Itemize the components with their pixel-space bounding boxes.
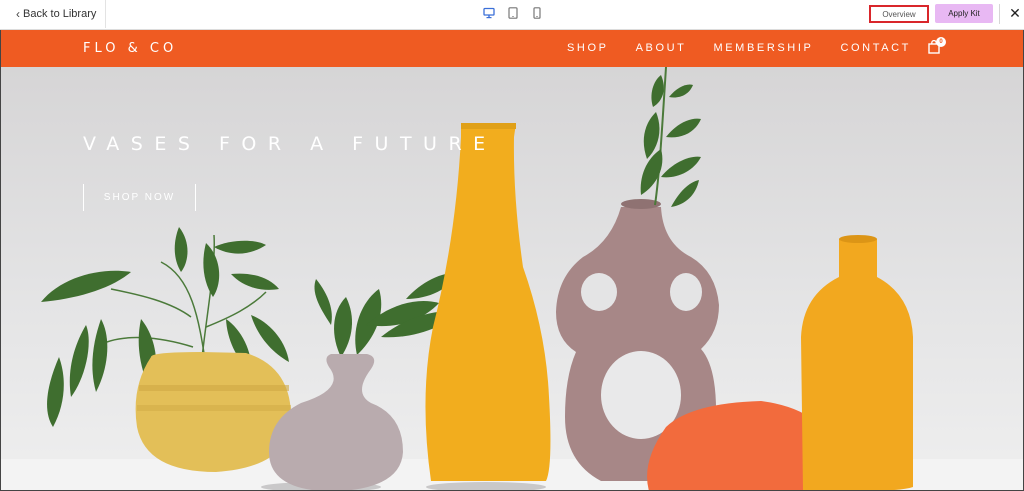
mobile-preview-button[interactable] — [530, 5, 544, 21]
mobile-icon — [533, 7, 541, 19]
hero-vases-image — [1, 67, 1023, 490]
apply-kit-button[interactable]: Apply Kit — [935, 4, 993, 23]
nav-about[interactable]: ABOUT — [636, 42, 687, 54]
desktop-preview-button[interactable] — [482, 5, 496, 21]
tablet-preview-button[interactable] — [506, 5, 520, 21]
close-icon: ✕ — [1009, 5, 1021, 21]
desktop-icon — [483, 7, 495, 19]
close-button[interactable]: ✕ — [1009, 5, 1021, 21]
overview-button[interactable]: Overview — [869, 5, 929, 23]
nav-shop[interactable]: SHOP — [567, 42, 609, 54]
hero-title: VASES FOR A FUTURE — [83, 133, 497, 155]
cart-count-badge: 0 — [936, 37, 946, 47]
site-nav-menu: SHOP ABOUT MEMBERSHIP CONTACT — [567, 42, 911, 54]
nav-contact[interactable]: CONTACT — [840, 42, 911, 54]
toolbar-divider — [999, 4, 1000, 24]
site-preview: FLO & CO SHOP ABOUT MEMBERSHIP CONTACT 0 — [0, 30, 1024, 491]
nav-membership[interactable]: MEMBERSHIP — [713, 42, 813, 54]
tablet-icon — [508, 7, 518, 19]
site-header: FLO & CO SHOP ABOUT MEMBERSHIP CONTACT 0 — [1, 30, 1023, 67]
chevron-left-icon: ‹ — [16, 7, 20, 21]
editor-toolbar: ‹ Back to Library Overview Apply Kit ✕ — [0, 0, 1024, 30]
back-to-library-label: Back to Library — [23, 8, 97, 20]
shop-now-button[interactable]: SHOP NOW — [83, 184, 196, 211]
hero-section: VASES FOR A FUTURE SHOP NOW — [1, 67, 1023, 490]
device-switcher — [482, 5, 544, 21]
back-to-library-link[interactable]: ‹ Back to Library — [0, 0, 106, 28]
site-logo[interactable]: FLO & CO — [83, 41, 177, 56]
